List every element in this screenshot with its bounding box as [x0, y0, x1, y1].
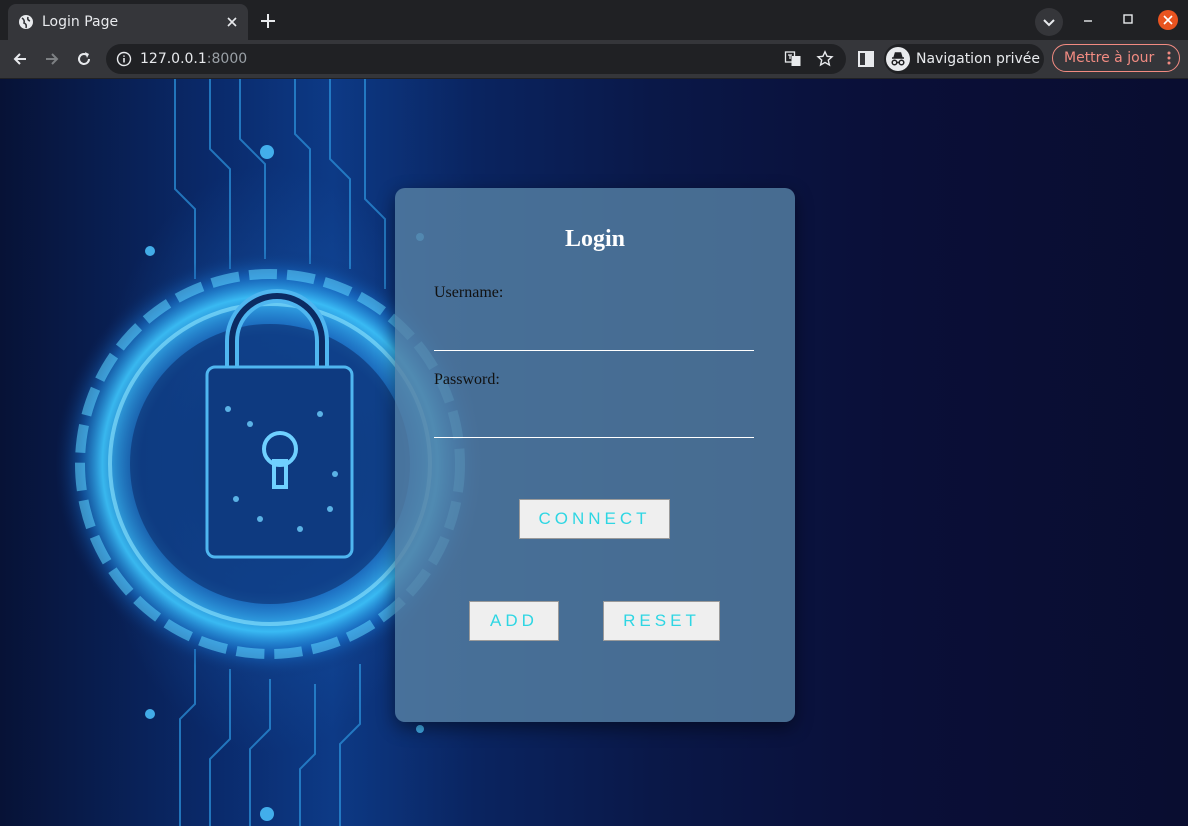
tab-login-page[interactable]: Login Page — [8, 4, 248, 40]
globe-icon — [19, 15, 33, 29]
login-title: Login — [564, 226, 626, 252]
side-panel-icon[interactable] — [856, 49, 876, 69]
translate-icon[interactable] — [784, 50, 802, 68]
password-label: Password: — [434, 371, 500, 388]
browser-toolbar: 127.0.0.1:8000 Navigation privée Mettre … — [0, 40, 1188, 79]
new-tab-icon[interactable] — [256, 9, 280, 33]
username-input[interactable] — [434, 325, 754, 351]
page-background: Login Username: Password: CONNECT ADD RE… — [0, 79, 1188, 826]
url-host: 127.0.0.1 — [140, 51, 207, 67]
forward-arrow-icon[interactable] — [42, 49, 62, 69]
info-icon[interactable] — [116, 51, 132, 67]
menu-dots-icon — [1167, 51, 1171, 65]
maximize-icon[interactable] — [1118, 10, 1138, 30]
minimize-icon[interactable] — [1078, 10, 1098, 30]
url-text: 127.0.0.1:8000 — [140, 51, 247, 67]
reset-button[interactable]: RESET — [603, 601, 720, 641]
window-close-icon[interactable] — [1158, 10, 1178, 30]
username-label: Username: — [434, 284, 504, 301]
add-button[interactable]: ADD — [469, 601, 559, 641]
incognito-indicator[interactable]: Navigation privée — [884, 44, 1044, 74]
connect-button[interactable]: CONNECT — [519, 499, 670, 539]
update-label: Mettre à jour — [1064, 50, 1155, 66]
incognito-label: Navigation privée — [916, 51, 1041, 67]
back-arrow-icon[interactable] — [10, 49, 30, 69]
reload-icon[interactable] — [74, 49, 94, 69]
browser-tab-bar: Login Page — [0, 0, 1188, 40]
star-icon[interactable] — [816, 50, 834, 68]
update-button[interactable]: Mettre à jour — [1052, 44, 1180, 72]
tab-search-button[interactable] — [1035, 8, 1063, 36]
password-input[interactable] — [434, 412, 754, 438]
chevron-down-icon — [1043, 19, 1055, 27]
address-bar[interactable]: 127.0.0.1:8000 — [106, 44, 846, 74]
url-port: :8000 — [206, 51, 248, 67]
login-card: Login Username: Password: CONNECT ADD RE… — [395, 188, 795, 722]
tab-title: Login Page — [42, 14, 119, 30]
incognito-icon — [886, 47, 910, 71]
close-tab-icon[interactable] — [224, 14, 240, 30]
